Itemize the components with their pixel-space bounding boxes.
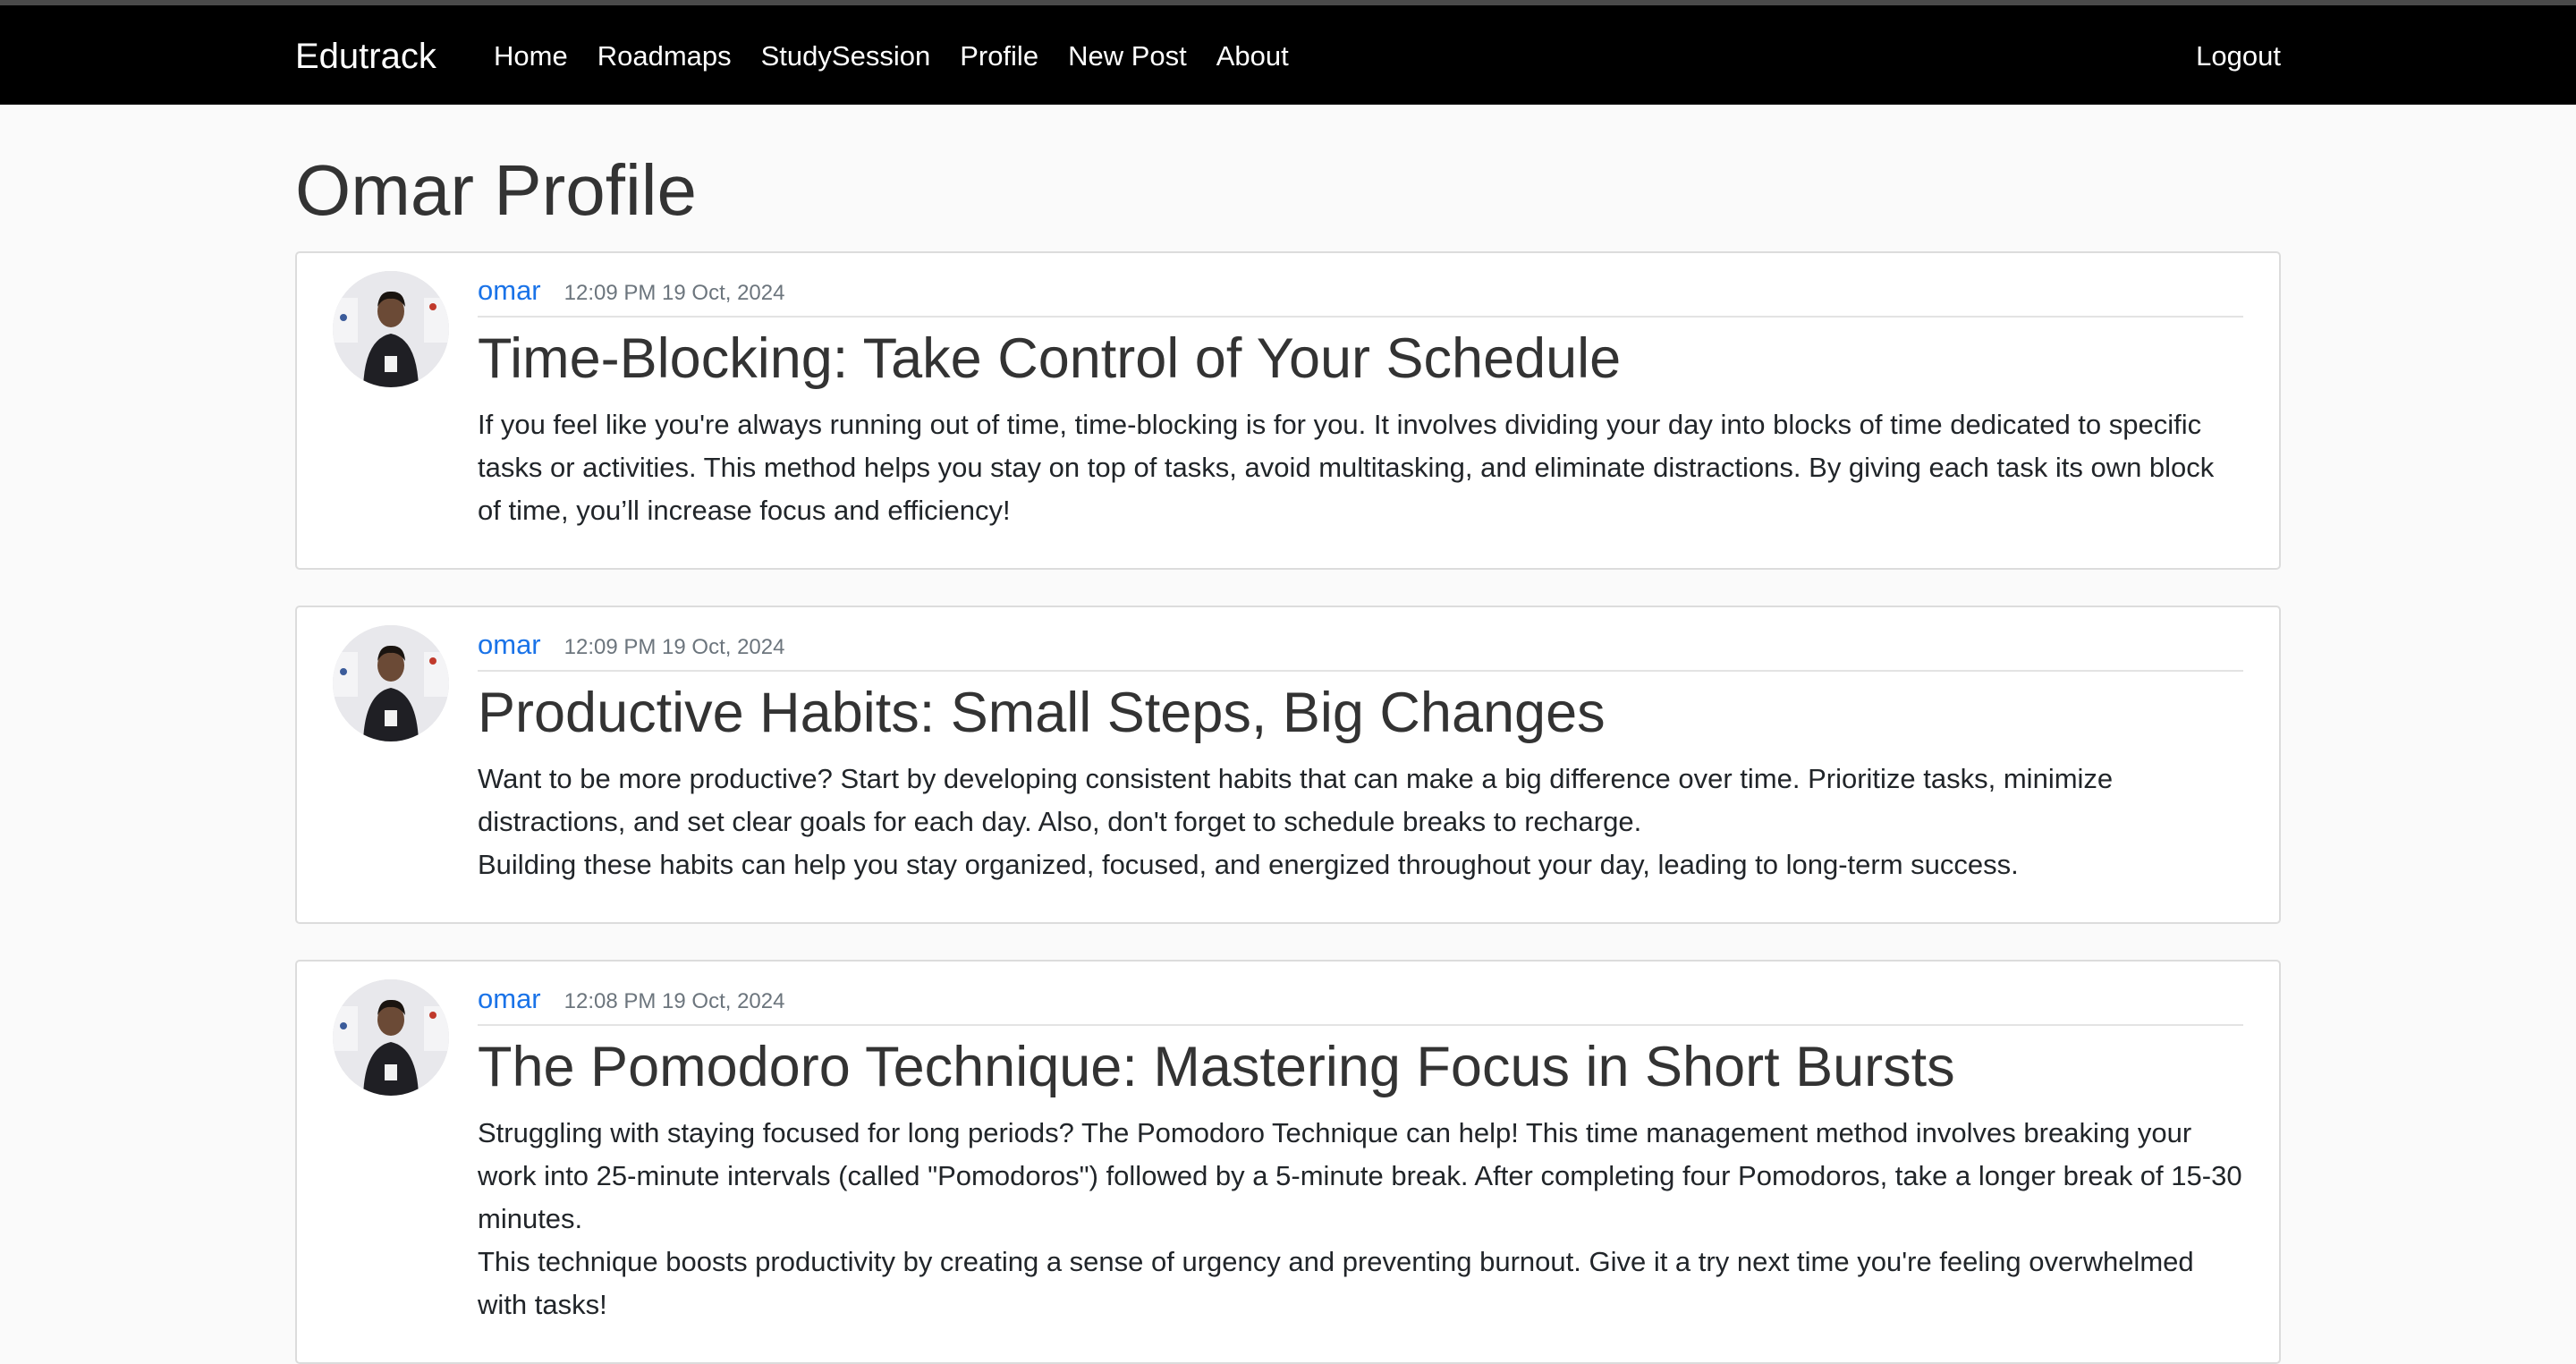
author-link[interactable]: omar [478,273,541,309]
post-date: 12:08 PM 19 Oct, 2024 [564,989,785,1013]
author-link[interactable]: omar [478,981,541,1017]
author-avatar[interactable] [333,979,449,1096]
post-card: omar 12:09 PM 19 Oct, 2024 Productive Ha… [295,606,2281,924]
page-title: Omar Profile [295,150,697,230]
post-content: Struggling with staying focused for long… [478,1112,2243,1326]
nav-new-post[interactable]: New Post [1068,38,1187,74]
nav-links: Home Roadmaps StudySession Profile New P… [494,38,1318,74]
navbar: Edutrack Home Roadmaps StudySession Prof… [0,5,2576,105]
author-link[interactable]: omar [478,627,541,663]
nav-profile[interactable]: Profile [960,38,1038,74]
post-paragraph: Want to be more productive? Start by dev… [478,763,2114,837]
post-card: omar 12:08 PM 19 Oct, 2024 The Pomodoro … [295,960,2281,1364]
avatar-photo-icon [333,271,449,387]
nav-home[interactable]: Home [494,38,568,74]
author-avatar[interactable] [333,625,449,741]
post-title-link[interactable]: Time-Blocking: Take Control of Your Sche… [478,325,2243,393]
post-meta: omar 12:08 PM 19 Oct, 2024 [478,981,2243,1026]
post-date: 12:09 PM 19 Oct, 2024 [564,281,785,305]
post-title-link[interactable]: Productive Habits: Small Steps, Big Chan… [478,679,2243,747]
post-content: Want to be more productive? Start by dev… [478,758,2243,886]
nav-roadmaps[interactable]: Roadmaps [597,38,732,74]
post-paragraph: Struggling with staying focused for long… [478,1117,2242,1234]
post-title-link[interactable]: The Pomodoro Technique: Mastering Focus … [478,1033,2243,1101]
avatar-photo-icon [333,979,449,1096]
brand-link[interactable]: Edutrack [295,36,436,77]
post-meta: omar 12:09 PM 19 Oct, 2024 [478,273,2243,318]
post-content: If you feel like you're always running o… [478,403,2243,532]
post-meta: omar 12:09 PM 19 Oct, 2024 [478,627,2243,672]
main-content: Omar Profile omar 12:09 PM 19 Oct, 2024 … [295,105,2281,1364]
author-avatar[interactable] [333,271,449,387]
nav-about[interactable]: About [1216,38,1289,74]
post-paragraph: If you feel like you're always running o… [478,409,2215,526]
post-date: 12:09 PM 19 Oct, 2024 [564,635,785,659]
avatar-photo-icon [333,625,449,741]
post-card: omar 12:09 PM 19 Oct, 2024 Time-Blocking… [295,251,2281,570]
post-paragraph: Building these habits can help you stay … [478,849,2019,880]
nav-study-session[interactable]: StudySession [761,38,931,74]
post-paragraph: This technique boosts productivity by cr… [478,1246,2194,1320]
logout-link[interactable]: Logout [2196,38,2281,74]
